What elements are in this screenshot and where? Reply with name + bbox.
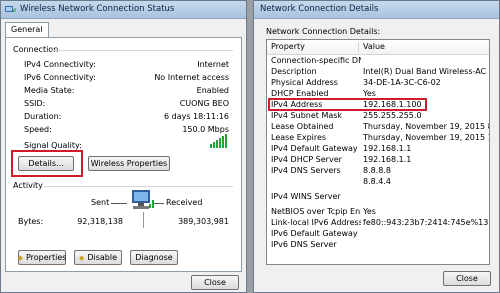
- ipv4-highlight-box: [268, 98, 427, 111]
- wireless-network-icon: [5, 6, 16, 12]
- shield-icon: ◆: [78, 253, 85, 262]
- column-value-header[interactable]: Value: [363, 42, 385, 51]
- details-titlebar[interactable]: Network Connection Details: [254, 1, 499, 19]
- activity-header: Activity: [13, 181, 43, 190]
- wireless-properties-button[interactable]: Wireless Properties: [88, 156, 170, 171]
- field-label: IPv4 Connectivity:: [24, 60, 96, 69]
- list-item[interactable]: IPv6 DNS Server: [267, 239, 489, 250]
- details-subtitle: Network Connection Details:: [266, 27, 381, 36]
- list-item[interactable]: IPv6 Default Gateway: [267, 228, 489, 239]
- list-item[interactable]: Lease Expires Thursday, November 19, 2015…: [267, 132, 489, 143]
- disable-button[interactable]: ◆ Disable: [74, 250, 122, 265]
- bytes-received-value: 389,303,981: [178, 217, 229, 226]
- disable-button-label: Disable: [87, 253, 118, 262]
- field-value: 6 days 18:11:16: [164, 112, 229, 121]
- network-computer-icon: [132, 190, 154, 209]
- field-value: No Internet access: [154, 73, 229, 82]
- status-panel: Connection IPv4 Connectivity: Internet I…: [5, 37, 242, 272]
- list-item[interactable]: Physical Address 34-DE-1A-3C-C6-02: [267, 77, 489, 88]
- list-item[interactable]: 8.8.4.4: [267, 176, 489, 187]
- list-item[interactable]: IPv4 DNS Servers 8.8.8.8: [267, 165, 489, 176]
- details-close-button[interactable]: Close: [443, 271, 491, 286]
- properties-button[interactable]: ◆ Properties: [18, 250, 66, 265]
- status-window: Wireless Network Connection Status Gener…: [0, 0, 247, 293]
- list-item[interactable]: IPv4 DHCP Server 192.168.1.1: [267, 154, 489, 165]
- details-window-title: Network Connection Details: [260, 4, 379, 14]
- sent-label: Sent: [91, 198, 110, 207]
- bytes-divider: [143, 212, 144, 228]
- received-label: Received: [166, 198, 203, 207]
- status-close-button[interactable]: Close: [191, 275, 239, 290]
- signal-quality-label: Signal Quality:: [24, 141, 82, 150]
- bytes-sent-value: 92,318,138: [77, 217, 123, 226]
- signal-bars-icon: [210, 133, 227, 148]
- list-item[interactable]: IPv4 Default Gateway 192.168.1.1: [267, 143, 489, 154]
- status-window-title: Wireless Network Connection Status: [20, 4, 175, 14]
- list-item[interactable]: Link-local IPv6 Address fe80::943:23b7:24…: [267, 217, 489, 228]
- connection-divider: [51, 50, 233, 51]
- field-label: Duration:: [24, 112, 62, 121]
- details-window: Network Connection Details Network Conne…: [253, 0, 500, 293]
- list-item[interactable]: IPv4 Subnet Mask 255.255.255.0: [267, 110, 489, 121]
- activity-divider: [44, 186, 233, 187]
- details-list[interactable]: Property Value Connection-specific DN...…: [266, 39, 490, 265]
- diagnose-button[interactable]: Diagnose: [130, 250, 178, 265]
- field-label: SSID:: [24, 99, 46, 108]
- field-label: Speed:: [24, 125, 52, 134]
- sent-line: [111, 203, 127, 204]
- field-value: Internet: [197, 60, 229, 69]
- column-property-header[interactable]: Property: [271, 42, 305, 51]
- tab-general[interactable]: General: [5, 22, 49, 37]
- properties-button-label: Properties: [25, 253, 67, 262]
- bytes-label: Bytes:: [18, 217, 44, 226]
- details-highlight-box: [11, 150, 83, 177]
- list-item[interactable]: NetBIOS over Tcpip En... Yes: [267, 206, 489, 217]
- field-label: Media State:: [24, 86, 75, 95]
- list-item[interactable]: IPv4 WINS Server: [267, 191, 489, 202]
- details-list-header: Property Value: [267, 40, 489, 55]
- list-item[interactable]: Connection-specific DN...: [267, 55, 489, 66]
- status-titlebar[interactable]: Wireless Network Connection Status: [1, 1, 246, 19]
- field-value: CUONG BEO: [179, 99, 229, 108]
- shield-icon: ◆: [17, 253, 23, 262]
- field-value: Enabled: [196, 86, 229, 95]
- list-item[interactable]: Description Intel(R) Dual Band Wireless-A…: [267, 66, 489, 77]
- list-item[interactable]: Lease Obtained Thursday, November 19, 201…: [267, 121, 489, 132]
- field-label: IPv6 Connectivity:: [24, 73, 96, 82]
